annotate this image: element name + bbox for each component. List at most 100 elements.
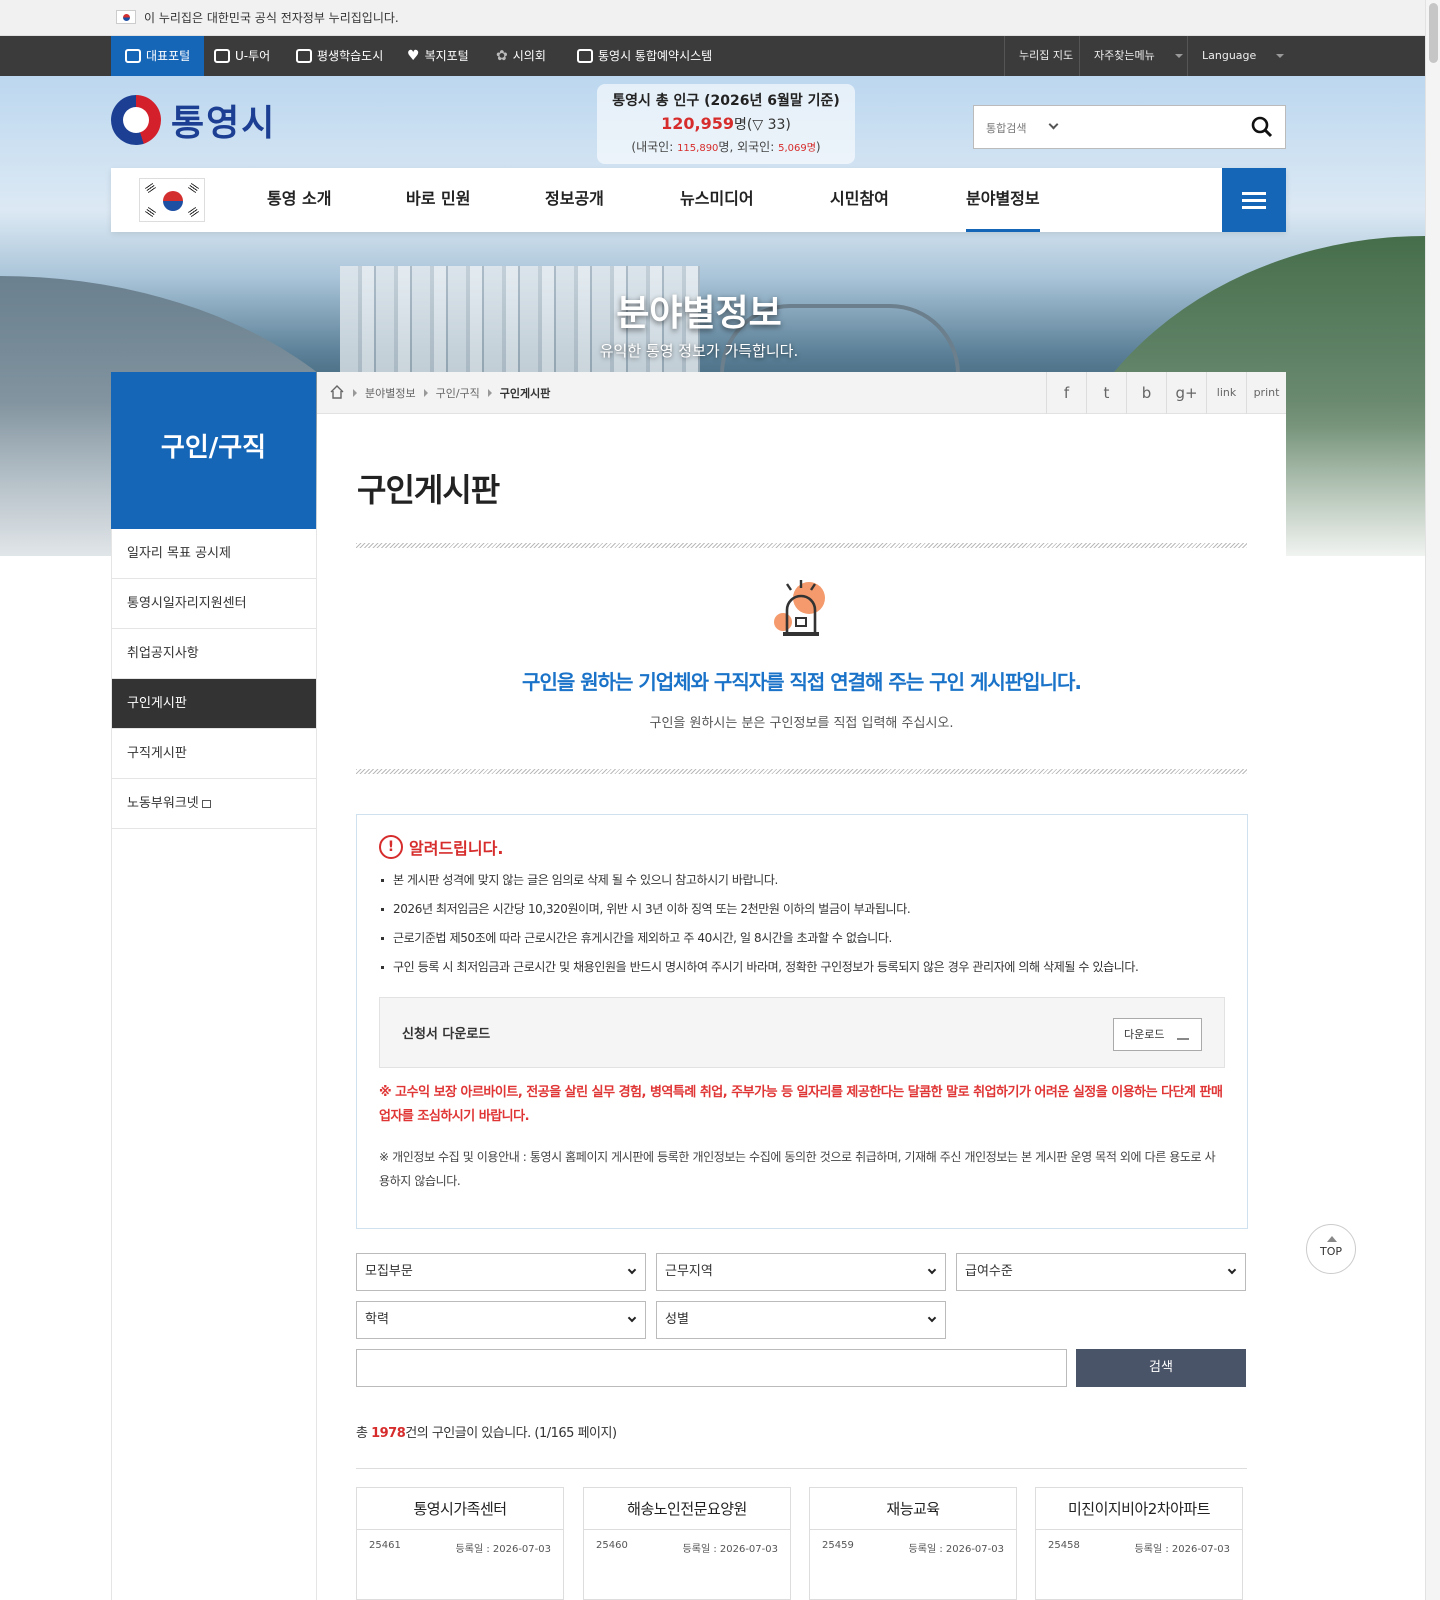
- result-summary: 총 1978건의 구인글이 있습니다. (1/165 페이지): [356, 1426, 617, 1441]
- gnb-participation[interactable]: 시민참여: [830, 168, 889, 232]
- job-card-title: 재능교육: [810, 1488, 1016, 1530]
- job-card-number: 25458: [1048, 1540, 1080, 1551]
- gnb-info[interactable]: 정보공개: [545, 168, 604, 232]
- side-nav-item-active[interactable]: 구인게시판: [112, 679, 316, 729]
- job-card-date: 등록일 : 2026-07-03: [455, 1544, 551, 1555]
- sitemap-link[interactable]: 누리집 지도: [1004, 36, 1087, 76]
- gender-select[interactable]: 성별: [656, 1301, 946, 1339]
- all-menu-button[interactable]: [1222, 168, 1286, 232]
- job-card-title: 미진이지비아2차아파트: [1036, 1488, 1242, 1530]
- topnav-council[interactable]: ✿ 시의회: [482, 36, 560, 76]
- twitter-icon[interactable]: t: [1086, 372, 1126, 414]
- job-card[interactable]: 해송노인전문요양원 25460 등록일 : 2026-07-03: [583, 1487, 791, 1600]
- job-card[interactable]: 통영시가족센터 25461 등록일 : 2026-07-03: [356, 1487, 564, 1600]
- main-nav: 통영 소개 바로 민원 정보공개 뉴스미디어 시민참여 분야별정보: [111, 168, 1286, 232]
- side-nav-item[interactable]: 취업공지사항: [112, 629, 316, 679]
- gnb-intro[interactable]: 통영 소개: [267, 168, 331, 232]
- blog-icon[interactable]: b: [1126, 372, 1166, 414]
- language-menu[interactable]: Language: [1187, 36, 1298, 76]
- population-foreign: 5,069명: [778, 143, 816, 154]
- population-box: 통영시 총 인구 (2026년 6월말 기준) 120,959명(▽ 33) (…: [597, 84, 855, 164]
- external-link-icon: [201, 799, 211, 808]
- population-title: 통영시 총 인구 (2026년 6월말 기준): [612, 93, 840, 109]
- job-card[interactable]: 미진이지비아2차아파트 25458 등록일 : 2026-07-03: [1035, 1487, 1243, 1600]
- heart-icon: ♥: [407, 48, 420, 64]
- search-scope-select[interactable]: 통합검색: [986, 120, 1026, 136]
- content-panel: 분야별정보 구인/구직 구인게시판 f t b g+ link print 구인…: [317, 372, 1286, 1600]
- side-nav-item-worknet[interactable]: 노동부워크넷: [112, 779, 316, 829]
- top-nav: 대표포털 U-투어 평생학습도시 ♥ 복지포털 ✿ 시의회 통영시 통합예약시스…: [0, 36, 1425, 76]
- topnav-utour[interactable]: U-투어: [200, 36, 284, 76]
- education-select[interactable]: 학력: [356, 1301, 646, 1339]
- gnb-civil[interactable]: 바로 민원: [406, 168, 470, 232]
- home-icon[interactable]: [329, 384, 345, 400]
- scrollbar-thumb[interactable]: [1429, 3, 1438, 63]
- facebook-icon[interactable]: f: [1046, 372, 1086, 414]
- dept-select[interactable]: 모집부문: [356, 1253, 646, 1291]
- notice-list: 본 게시판 성격에 맞지 않는 글은 임의로 삭제 될 수 있으니 참고하시기 …: [381, 871, 1221, 987]
- page-title: 구인게시판: [357, 471, 500, 509]
- korea-flag-icon: [116, 10, 136, 24]
- download-icon: [1177, 1028, 1189, 1040]
- chevron-down-icon: [1048, 119, 1059, 130]
- job-card-date: 등록일 : 2026-07-03: [682, 1544, 778, 1555]
- divider: [356, 769, 1247, 774]
- notice-title: 알려드립니다.: [409, 839, 504, 858]
- page-scrollbar[interactable]: [1425, 0, 1440, 1600]
- side-nav-item[interactable]: 통영시일자리지원센터: [112, 579, 316, 629]
- arrow-up-icon: [1327, 1236, 1337, 1242]
- area-select[interactable]: 근무지역: [656, 1253, 946, 1291]
- job-card-date: 등록일 : 2026-07-03: [908, 1544, 1004, 1555]
- intro-subtext: 구인을 원하시는 분은 구인정보를 직접 입력해 주십시오.: [649, 716, 954, 731]
- topnav-reservation[interactable]: 통영시 통합예약시스템: [563, 36, 726, 76]
- hero-subtitle: 유익한 통영 정보가 가득합니다.: [599, 342, 799, 360]
- chevron-down-icon: [627, 1265, 637, 1275]
- site-logo[interactable]: 통영시: [111, 94, 276, 146]
- job-card-title: 통영시가족센터: [357, 1488, 563, 1530]
- gnb-news[interactable]: 뉴스미디어: [680, 168, 754, 232]
- chevron-down-icon: [627, 1313, 637, 1323]
- search-icon[interactable]: [1251, 116, 1273, 138]
- alarm-siren-icon: [774, 580, 825, 636]
- side-nav-title: 구인/구직: [111, 372, 316, 529]
- job-card[interactable]: 재능교육 25459 등록일 : 2026-07-03: [809, 1487, 1017, 1600]
- job-card-number: 25459: [822, 1540, 854, 1551]
- job-card-number: 25460: [596, 1540, 628, 1551]
- hero-title: 분야별정보: [616, 293, 782, 334]
- portal-icon: [125, 49, 141, 63]
- side-nav: 일자리 목표 공시제 통영시일자리지원센터 취업공지사항 구인게시판 구직게시판…: [111, 529, 317, 1600]
- calendar-icon: [577, 49, 593, 63]
- topnav-welfare[interactable]: ♥ 복지포털: [393, 36, 483, 76]
- favorites-menu[interactable]: 자주찾는메뉴: [1079, 36, 1197, 76]
- tour-icon: [214, 49, 230, 63]
- divider: [356, 1468, 1247, 1469]
- topnav-portal[interactable]: 대표포털: [111, 36, 205, 76]
- exclamation-icon: !: [379, 835, 403, 859]
- city-emblem-icon: [111, 95, 161, 145]
- search-box[interactable]: 통합검색: [973, 105, 1286, 149]
- gnb-field-info[interactable]: 분야별정보: [966, 168, 1040, 232]
- keyword-input[interactable]: [356, 1349, 1067, 1387]
- search-button[interactable]: 검색: [1076, 1349, 1246, 1387]
- breadcrumb-link[interactable]: 구인/구직: [436, 385, 480, 401]
- notice-item: 근로기준법 제50조에 따라 근로시간은 휴게시간을 제외하고 주 40시간, …: [381, 929, 1221, 958]
- topnav-learning[interactable]: 평생학습도시: [282, 36, 397, 76]
- notice-item: 구인 등록 시 최저임금과 근로시간 및 채용인원을 반드시 명시하여 주시기 …: [381, 958, 1221, 987]
- print-icon[interactable]: print: [1246, 372, 1286, 414]
- population-total: 120,959: [661, 114, 734, 133]
- google-plus-icon[interactable]: g+: [1166, 372, 1206, 414]
- result-count: 1978: [371, 1426, 406, 1441]
- breadcrumb-link[interactable]: 분야별정보: [365, 385, 416, 401]
- side-nav-item[interactable]: 구직게시판: [112, 729, 316, 779]
- scroll-top-button[interactable]: TOP: [1306, 1224, 1356, 1274]
- side-nav-item[interactable]: 일자리 목표 공시제: [112, 529, 316, 579]
- download-button[interactable]: 다운로드: [1113, 1018, 1202, 1051]
- job-card-title: 해송노인전문요양원: [584, 1488, 790, 1530]
- population-domestic: 115,890: [677, 143, 719, 154]
- hamburger-icon: [1242, 192, 1266, 195]
- link-icon[interactable]: link: [1206, 372, 1246, 414]
- population-change: (▽ 33): [746, 117, 791, 133]
- salary-select[interactable]: 급여수준: [956, 1253, 1246, 1291]
- download-section: 신청서 다운로드 다운로드: [379, 997, 1225, 1068]
- chevron-down-icon: [1276, 54, 1285, 58]
